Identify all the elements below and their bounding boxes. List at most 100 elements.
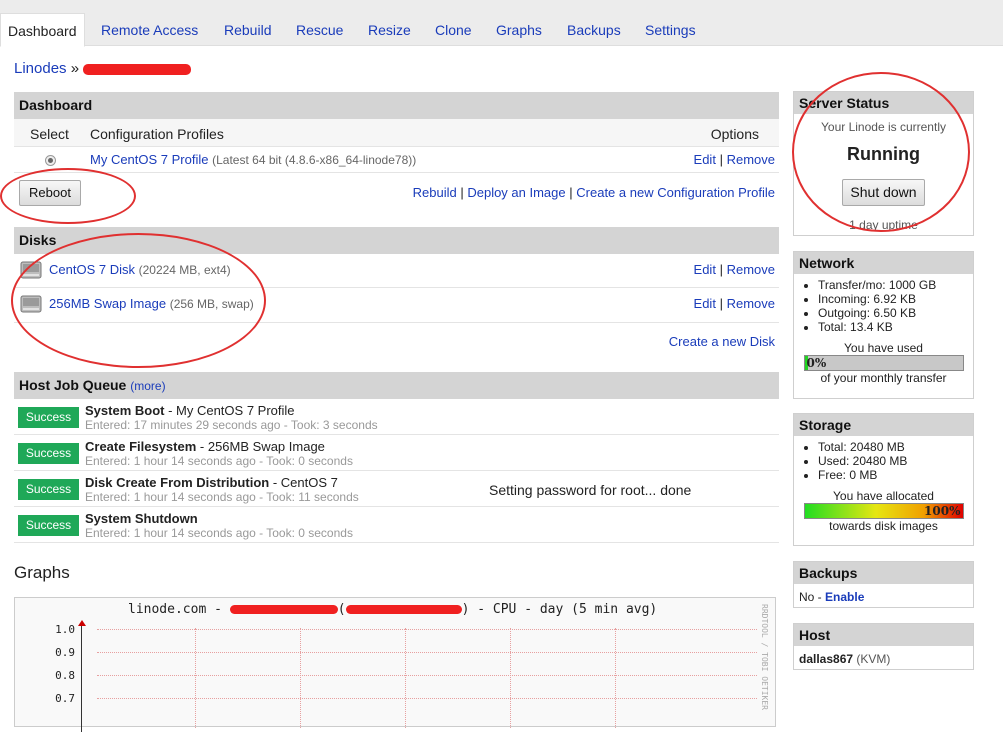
shutdown-button[interactable]: Shut down <box>842 179 925 206</box>
job-title: System Shutdown <box>85 511 198 526</box>
hard-disk-icon <box>20 295 42 313</box>
graphs-title: Graphs <box>14 563 70 582</box>
hard-disk-icon <box>20 261 42 279</box>
disk-row: CentOS 7 Disk (20224 MB, ext4) Edit | Re… <box>14 254 779 288</box>
status-badge: Success <box>18 443 79 464</box>
tab-backups[interactable]: Backups <box>560 13 628 47</box>
job-name: Create Filesystem <box>85 439 197 454</box>
grid-line <box>97 652 757 653</box>
network-panel: Network Transfer/mo: 1000 GB Incoming: 6… <box>793 251 974 399</box>
job-message: Setting password for root... done <box>489 482 692 498</box>
tab-clone[interactable]: Clone <box>428 13 479 47</box>
network-item: Transfer/mo: 1000 GB <box>818 278 973 292</box>
job-queue-title: Host Job Queue <box>19 377 127 393</box>
network-title: Network <box>794 252 973 274</box>
job-queue-header: Host Job Queue (more) <box>14 372 779 399</box>
disk-remove-link[interactable]: Remove <box>727 262 775 277</box>
host-info: dallas867 (KVM) <box>794 646 973 666</box>
create-config-link[interactable]: Create a new Configuration Profile <box>576 185 775 200</box>
profile-edit-link[interactable]: Edit <box>694 152 716 167</box>
tab-resize[interactable]: Resize <box>361 13 418 47</box>
grid-line <box>97 698 757 699</box>
profile-link[interactable]: My CentOS 7 Profile <box>90 152 209 167</box>
separator: | <box>719 152 723 167</box>
disk-link[interactable]: CentOS 7 Disk <box>49 262 135 277</box>
disk-remove-link[interactable]: Remove <box>727 296 775 311</box>
y-axis <box>81 622 82 732</box>
col-select: Select <box>30 126 69 142</box>
grid-line <box>97 675 757 676</box>
storage-panel: Storage Total: 20480 MB Used: 20480 MB F… <box>793 413 974 546</box>
job-target: - 256MB Swap Image <box>196 439 325 454</box>
tab-remote-access[interactable]: Remote Access <box>94 13 205 47</box>
tab-settings[interactable]: Settings <box>638 13 703 47</box>
backups-text: No - <box>799 590 826 604</box>
rebuild-link[interactable]: Rebuild <box>413 185 457 200</box>
disk-link[interactable]: 256MB Swap Image <box>49 296 166 311</box>
redacted-ip <box>345 605 462 614</box>
status-state: Running <box>847 144 920 164</box>
graph-title-prefix: linode.com - <box>128 602 230 617</box>
storage-footer: towards disk images <box>829 519 938 533</box>
disk-edit-link[interactable]: Edit <box>694 296 716 311</box>
backups-panel: Backups No - Enable <box>793 561 974 608</box>
uptime: 1 day uptime <box>849 218 918 232</box>
breadcrumb: Linodes » <box>14 60 192 77</box>
grid-line <box>615 628 616 728</box>
graph-side-label: RRDTOOL / TOBI OETIKER <box>760 604 769 710</box>
create-disk-link[interactable]: Create a new Disk <box>669 334 775 349</box>
grid-line <box>97 629 757 630</box>
status-line: Your Linode is currently <box>821 120 946 134</box>
job-meta: Entered: 1 hour 14 seconds ago - Took: 0… <box>85 454 353 468</box>
storage-title: Storage <box>794 414 973 436</box>
backups-title: Backups <box>794 562 973 584</box>
profile-detail: (Latest 64 bit (4.8.6-x86_64-linode78)) <box>212 153 417 167</box>
profile-remove-link[interactable]: Remove <box>727 152 775 167</box>
tab-dashboard[interactable]: Dashboard <box>0 13 85 47</box>
deploy-image-link[interactable]: Deploy an Image <box>467 185 565 200</box>
disk-detail: (20224 MB, ext4) <box>138 263 231 277</box>
y-tick: 0.8 <box>55 669 75 682</box>
y-tick: 0.7 <box>55 692 75 705</box>
job-name: System Boot <box>85 403 165 418</box>
network-item: Outgoing: 6.50 KB <box>818 306 973 320</box>
redacted-hostname <box>229 605 338 614</box>
y-tick: 1.0 <box>55 623 75 636</box>
breadcrumb-linodes-link[interactable]: Linodes <box>14 60 67 77</box>
disks-header: Disks <box>14 227 779 254</box>
tab-graphs[interactable]: Graphs <box>489 13 549 47</box>
separator: | <box>719 262 723 277</box>
transfer-usage-bar: 0% <box>803 355 964 371</box>
job-title: Create Filesystem - 256MB Swap Image <box>85 439 325 454</box>
job-meta: Entered: 17 minutes 29 seconds ago - Too… <box>85 418 378 432</box>
storage-alloc-label: You have allocated <box>833 489 934 503</box>
redacted-linode-label <box>83 63 192 75</box>
profile-radio[interactable] <box>45 155 56 166</box>
tab-rescue[interactable]: Rescue <box>289 13 350 47</box>
network-item: Total: 13.4 KB <box>818 320 973 334</box>
job-name: System Shutdown <box>85 511 198 526</box>
network-footer: of your monthly transfer <box>820 371 947 385</box>
network-item: Incoming: 6.92 KB <box>818 292 973 306</box>
job-meta: Entered: 1 hour 14 seconds ago - Took: 1… <box>85 490 359 504</box>
breadcrumb-separator: » <box>70 60 80 77</box>
job-queue-more-link[interactable]: (more) <box>130 379 165 393</box>
axis-arrow-icon <box>78 620 86 626</box>
enable-backups-link[interactable]: Enable <box>825 590 864 604</box>
status-badge: Success <box>18 479 79 500</box>
disk-row: 256MB Swap Image (256 MB, swap) Edit | R… <box>14 288 779 323</box>
separator: | <box>719 296 723 311</box>
separator: | <box>569 185 573 200</box>
tab-rebuild[interactable]: Rebuild <box>217 13 278 47</box>
radio-dot-icon <box>48 158 53 163</box>
graph-title: linode.com - () - CPU - day (5 min avg) <box>128 602 657 617</box>
storage-usage-percent: 100% <box>924 504 961 518</box>
storage-item: Free: 0 MB <box>818 468 973 482</box>
col-options: Options <box>710 126 759 142</box>
graph-paren-open: ( <box>337 602 346 617</box>
disk-edit-link[interactable]: Edit <box>694 262 716 277</box>
host-panel: Host dallas867 (KVM) <box>793 623 974 670</box>
storage-item: Total: 20480 MB <box>818 440 973 454</box>
dashboard-actions: Rebuild | Deploy an Image | Create a new… <box>14 185 779 205</box>
backups-status: No - Enable <box>794 584 973 604</box>
